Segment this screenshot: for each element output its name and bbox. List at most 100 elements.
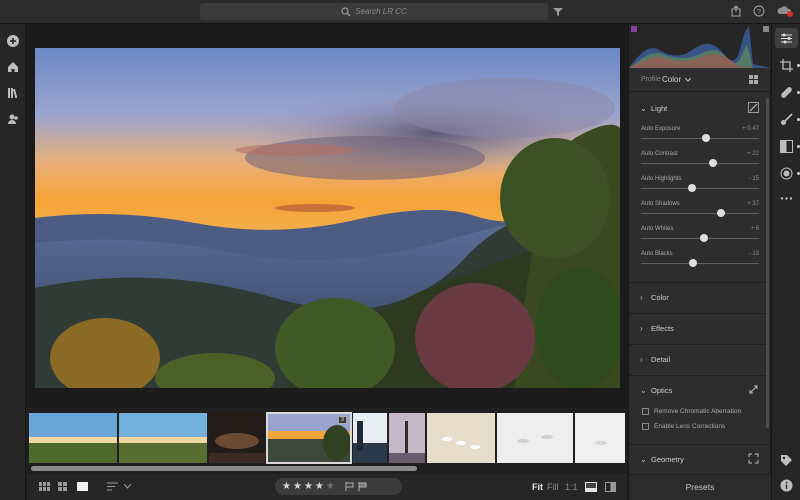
profile-dropdown[interactable]: Color [662,75,681,84]
star-empty-icon[interactable]: ★ [326,481,335,492]
profile-browser-icon[interactable] [749,75,758,84]
more-icon[interactable] [780,192,793,205]
right-rail [771,24,800,500]
cloud-sync-icon[interactable] [777,5,793,17]
filmstrip-scrollbar[interactable] [31,466,417,471]
filmstrip-thumb[interactable] [29,413,117,463]
slider-track[interactable] [641,138,759,139]
filmstrip-thumb[interactable] [497,413,573,463]
auto-tone-icon[interactable] [748,102,759,113]
chromatic-aberration-checkbox[interactable]: Remove Chromatic Aberration [642,407,767,417]
slider-track[interactable] [641,263,759,264]
detail-view-icon[interactable] [77,482,88,491]
slider-knob[interactable] [687,184,696,192]
upright-icon[interactable] [748,453,759,464]
star-icon[interactable]: ★ [293,481,302,492]
slider-track[interactable] [641,163,759,164]
slider-row[interactable]: Auto Shadows + 37 [641,201,759,225]
presets-button[interactable]: Presets [629,474,771,500]
sort-icon[interactable] [107,482,118,491]
color-section-header[interactable]: › Color [629,282,771,312]
library-icon[interactable] [6,86,20,100]
add-photos-icon[interactable] [6,34,20,48]
slider-knob[interactable] [699,234,708,242]
slider-label: Auto Exposure [641,126,681,132]
filmstrip-thumb[interactable] [119,413,207,463]
stack-badge: 3 [337,416,347,424]
chevron-down-icon: ⌄ [640,386,647,395]
slider-row[interactable]: Auto Highlights - 15 [641,176,759,200]
slider-knob[interactable] [717,209,726,217]
people-icon[interactable] [6,112,20,126]
bottom-bar: ★ ★ ★ ★ ★ Fit Fill 1:1 [27,474,627,500]
before-after-icon[interactable] [605,482,616,492]
star-icon[interactable]: ★ [304,481,313,492]
flag-pick-icon[interactable] [345,482,354,491]
radial-gradient-icon[interactable] [780,167,793,180]
lens-corrections-checkbox[interactable]: Enable Lens Corrections [642,422,767,432]
slider-label: Auto Contrast [641,151,678,157]
chevron-right-icon: › [640,355,643,364]
slider-row[interactable]: Auto Contrast + 22 [641,151,759,175]
chevron-down-icon[interactable] [685,78,691,82]
flag-reject-icon[interactable] [358,482,367,491]
star-icon[interactable]: ★ [315,481,324,492]
tag-icon[interactable] [780,454,793,467]
filmstrip-thumb[interactable] [209,413,265,463]
slider-row[interactable]: Auto Whites + 6 [641,226,759,250]
expand-icon[interactable] [748,384,759,395]
edit-sliders-icon[interactable] [780,32,793,45]
light-section-header[interactable]: ⌄ Light [629,94,771,124]
optics-section-header[interactable]: ⌄ Optics [629,375,771,405]
slider-value: + 0.47 [742,126,759,132]
home-icon[interactable] [6,60,20,74]
compare-view-icon[interactable] [585,482,597,492]
linear-gradient-icon[interactable] [780,140,793,153]
slider-knob[interactable] [688,259,697,267]
geometry-section-header[interactable]: ⌄ Geometry [629,444,771,474]
search-input[interactable]: Search LR CC [200,3,548,20]
clip-shadows-toggle[interactable] [631,26,637,32]
slider-track[interactable] [641,188,759,189]
slider-value: - 15 [748,176,759,182]
filmstrip-thumb-selected[interactable]: 3 [266,412,352,464]
slider-row[interactable]: Auto Exposure + 0.47 [641,126,759,150]
zoom-fill-button[interactable]: Fill [547,482,559,492]
star-rating[interactable]: ★ ★ ★ ★ ★ [275,478,402,495]
detail-section-header[interactable]: › Detail [629,344,771,374]
zoom-fit-button[interactable]: Fit [532,482,543,492]
filter-icon[interactable] [553,7,563,17]
effects-section-header[interactable]: › Effects [629,313,771,343]
crop-icon[interactable] [780,59,793,72]
zoom-1to1-button[interactable]: 1:1 [565,482,578,492]
checkbox[interactable] [642,408,649,415]
photo-grid-icon[interactable] [39,482,50,491]
optics-section-title: Optics [651,386,673,395]
star-icon[interactable]: ★ [282,481,291,492]
slider-track[interactable] [641,213,759,214]
help-icon[interactable]: ? [753,5,765,17]
square-grid-icon[interactable] [58,482,68,491]
checkbox[interactable] [642,423,649,430]
geometry-section-title: Geometry [651,455,684,464]
slider-knob[interactable] [708,159,717,167]
healing-icon[interactable] [780,86,793,99]
clip-highlights-toggle[interactable] [763,26,769,32]
chevron-down-icon[interactable] [124,484,131,489]
brush-icon[interactable] [780,113,793,126]
profile-row: Profile Color [629,68,771,92]
share-icon[interactable] [730,5,742,17]
light-section-title: Light [651,104,668,113]
slider-label: Auto Whites [641,226,674,232]
slider-knob[interactable] [701,134,710,142]
info-icon[interactable] [780,479,793,492]
filmstrip-thumb[interactable] [389,413,425,463]
filmstrip-thumb[interactable] [575,413,625,463]
panel-scrollbar[interactable] [766,98,769,428]
edit-panel: Profile Color ⌄ Light Auto Exposure + 0.4… [628,24,771,500]
filmstrip-thumb[interactable] [353,413,387,463]
main-photo[interactable] [35,48,620,388]
filmstrip-thumb[interactable] [427,413,495,463]
slider-row[interactable]: Auto Blacks - 13 [641,251,759,275]
search-icon [341,6,351,16]
